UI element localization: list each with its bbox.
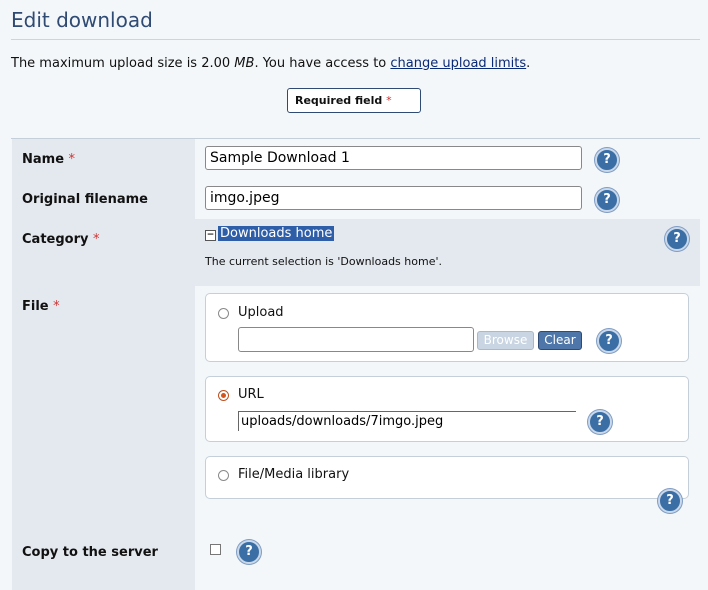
upload-panel: Upload Browse Clear ? bbox=[205, 293, 689, 362]
required-field-label: Required field bbox=[295, 94, 383, 107]
browse-button[interactable]: Browse bbox=[477, 331, 534, 350]
page-title: Edit download bbox=[11, 8, 153, 32]
copy-help-icon[interactable]: ? bbox=[237, 540, 261, 564]
tree-collapse-icon[interactable]: − bbox=[205, 230, 216, 241]
title-divider bbox=[11, 39, 700, 40]
original-filename-label-cell: Original filename bbox=[12, 179, 205, 219]
category-field-cell: − Downloads home The current selection i… bbox=[195, 219, 700, 286]
file-label-cell: File * bbox=[12, 286, 205, 532]
copy-field-cell: ? bbox=[195, 532, 700, 570]
upload-label: Upload bbox=[238, 305, 284, 320]
name-label-cell: Name * bbox=[12, 139, 205, 179]
category-tree-item[interactable]: Downloads home bbox=[218, 226, 335, 241]
copy-to-server-label: Copy to the server bbox=[22, 545, 158, 560]
category-label: Category * bbox=[22, 232, 100, 247]
upload-file-input[interactable] bbox=[238, 327, 474, 352]
name-field-cell: Sample Download 1 ? bbox=[195, 139, 700, 179]
required-field-legend: Required field * bbox=[287, 88, 421, 113]
change-upload-limits-link[interactable]: change upload limits bbox=[390, 56, 526, 71]
upload-help-icon[interactable]: ? bbox=[597, 329, 621, 353]
limits-prefix: The maximum upload size is 2.00 bbox=[11, 56, 235, 71]
media-library-label: File/Media library bbox=[238, 467, 350, 482]
original-filename-field-cell: imgo.jpeg ? bbox=[195, 179, 700, 219]
row-category: Category * − Downloads home The current … bbox=[12, 219, 700, 287]
category-help-icon[interactable]: ? bbox=[665, 227, 689, 251]
row-next bbox=[12, 570, 700, 590]
row-original-filename: Original filename imgo.jpeg ? bbox=[12, 179, 700, 220]
copy-to-server-checkbox[interactable] bbox=[210, 544, 221, 555]
upload-limits-text: The maximum upload size is 2.00 MB. You … bbox=[11, 56, 530, 71]
category-label-cell: Category * bbox=[12, 219, 205, 286]
url-label: URL bbox=[238, 387, 264, 402]
original-filename-input[interactable]: imgo.jpeg bbox=[205, 186, 582, 210]
row-name: Name * Sample Download 1 ? bbox=[12, 139, 700, 180]
limits-unit: MB bbox=[234, 56, 255, 71]
upload-radio[interactable] bbox=[218, 308, 229, 319]
category-selection-text: The current selection is 'Downloads home… bbox=[205, 255, 442, 268]
next-label-cell bbox=[12, 570, 205, 590]
file-label: File * bbox=[22, 299, 60, 314]
name-label: Name * bbox=[22, 152, 76, 167]
next-field-cell bbox=[195, 570, 700, 590]
copy-label-cell: Copy to the server bbox=[12, 532, 205, 570]
required-star: * bbox=[386, 94, 392, 107]
media-library-panel: File/Media library bbox=[205, 456, 689, 499]
url-input[interactable]: uploads/downloads/7imgo.jpeg bbox=[238, 411, 576, 431]
file-field-cell: Upload Browse Clear ? URL uploads/downlo… bbox=[195, 286, 700, 532]
limits-middle: . You have access to bbox=[254, 56, 391, 71]
clear-button[interactable]: Clear bbox=[538, 331, 582, 350]
name-input[interactable]: Sample Download 1 bbox=[205, 146, 582, 170]
url-panel: URL uploads/downloads/7imgo.jpeg ? bbox=[205, 376, 689, 442]
row-copy-to-server: Copy to the server ? bbox=[12, 532, 700, 571]
name-help-icon[interactable]: ? bbox=[595, 148, 619, 172]
row-file: File * Upload Browse Clear ? URL uploads… bbox=[12, 286, 700, 533]
media-library-radio[interactable] bbox=[218, 470, 229, 481]
media-library-help-icon[interactable]: ? bbox=[658, 489, 682, 513]
original-filename-label: Original filename bbox=[22, 192, 148, 207]
edit-download-form: Name * Sample Download 1 ? Original file… bbox=[11, 138, 700, 590]
limits-suffix: . bbox=[526, 56, 531, 71]
url-radio[interactable] bbox=[218, 390, 229, 401]
url-help-icon[interactable]: ? bbox=[588, 410, 612, 434]
original-filename-help-icon[interactable]: ? bbox=[595, 188, 619, 212]
